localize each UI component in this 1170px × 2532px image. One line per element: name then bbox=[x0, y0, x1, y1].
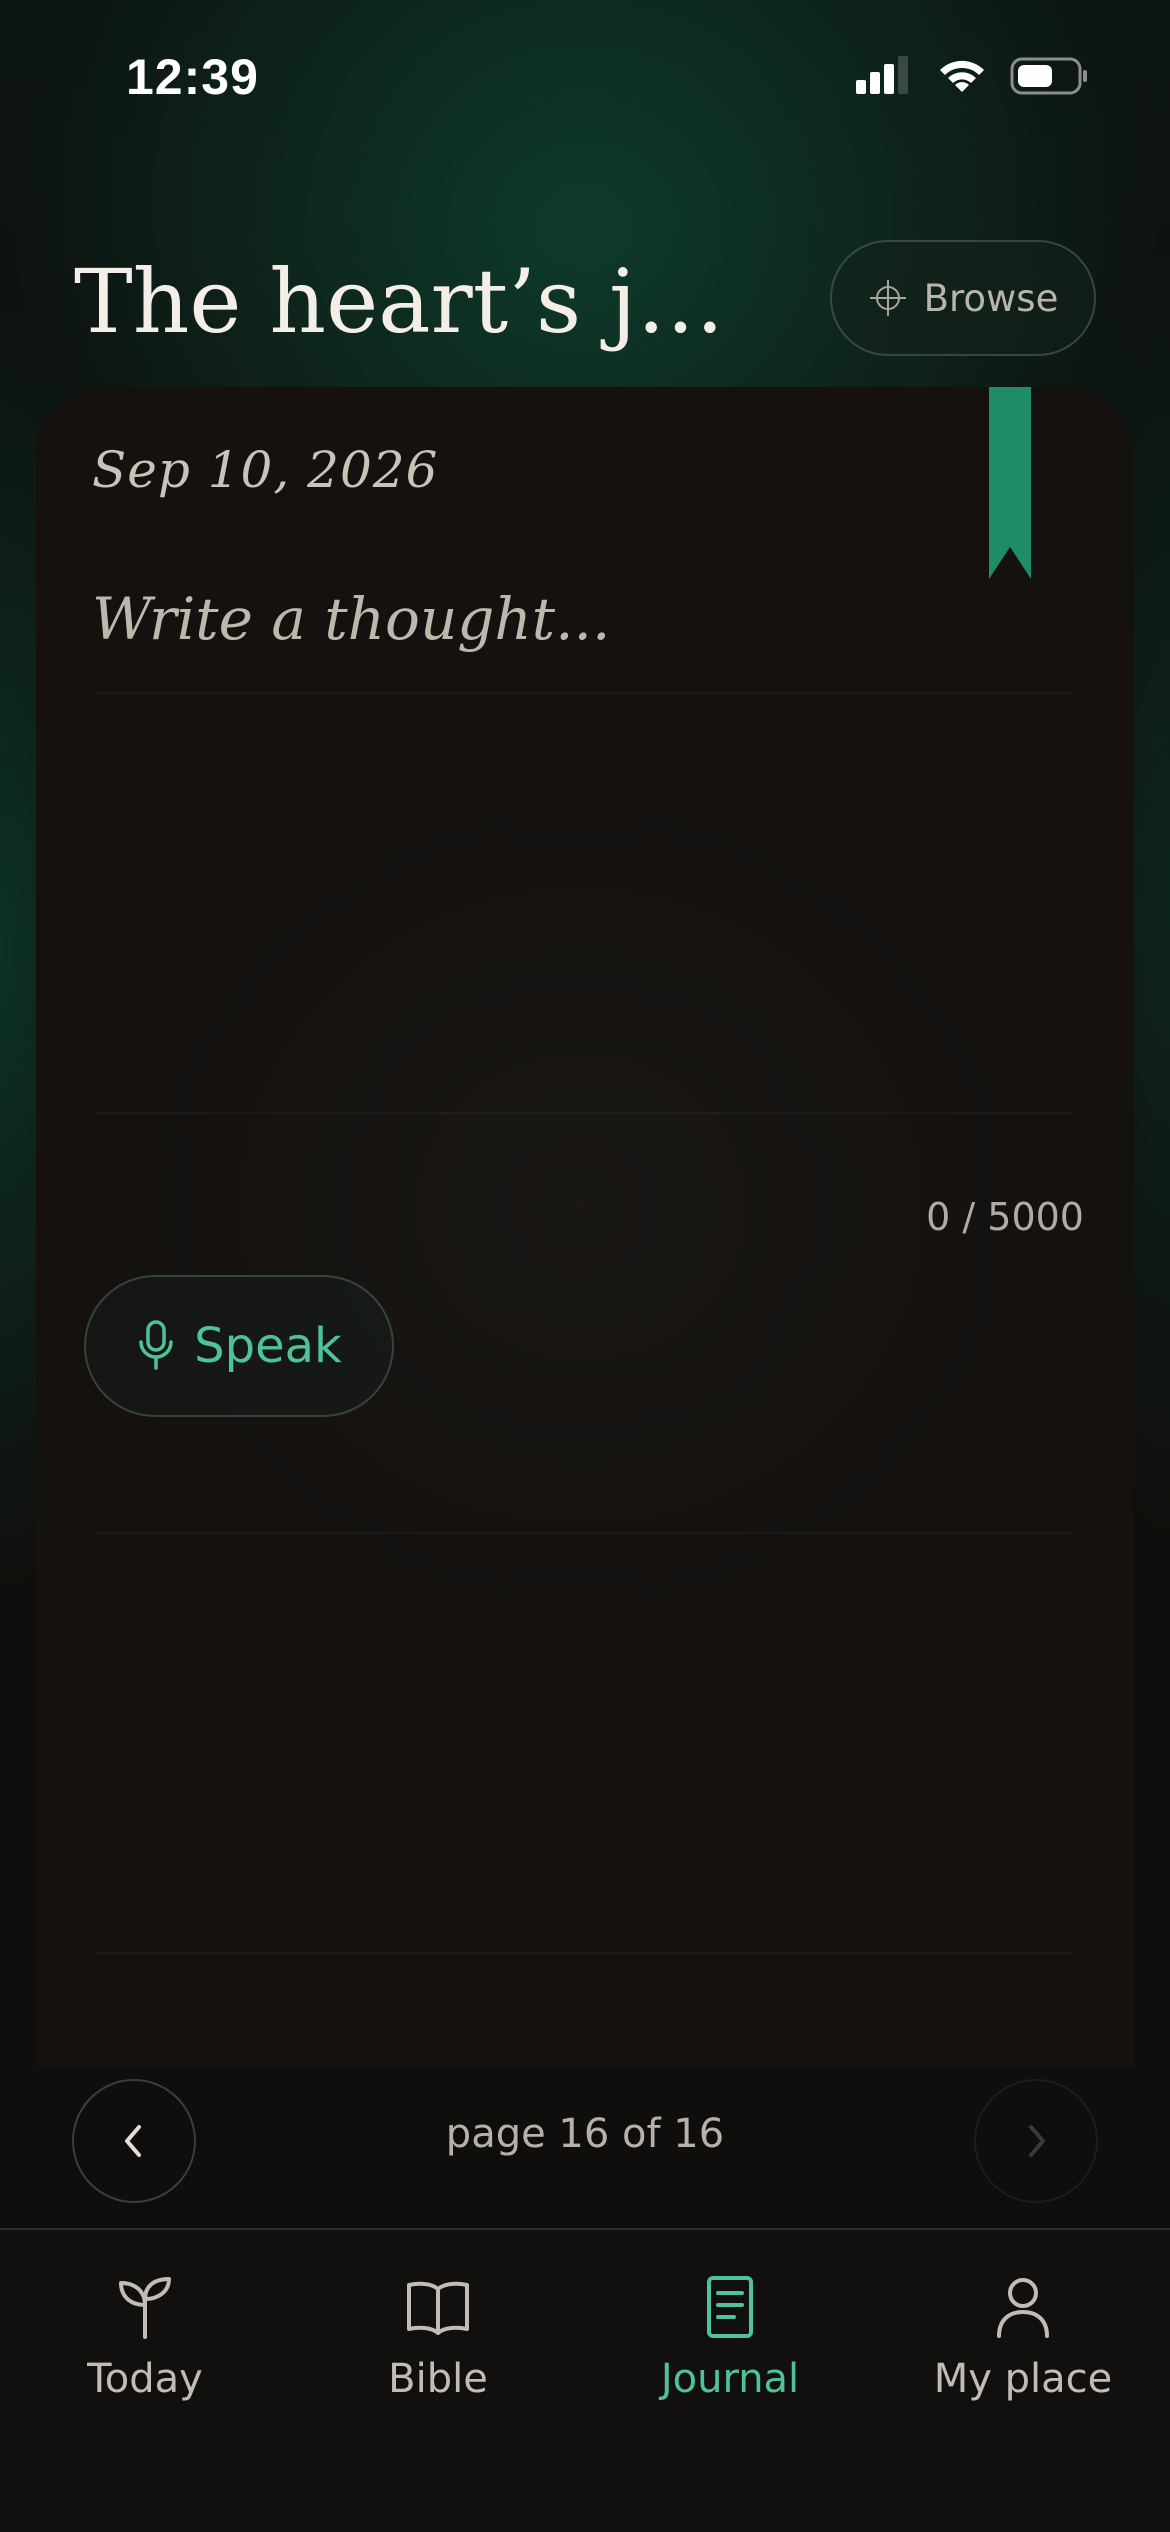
nav-label-journal: Journal bbox=[660, 2356, 800, 2402]
browse-button[interactable]: Browse bbox=[830, 240, 1096, 356]
signal-icon bbox=[856, 56, 908, 94]
page-navigator: page 16 of 16 bbox=[0, 2067, 1170, 2227]
open-book-icon bbox=[407, 2281, 469, 2335]
user-icon bbox=[997, 2278, 1049, 2338]
nav-item-today[interactable]: Today bbox=[15, 2272, 275, 2402]
sprout-icon bbox=[119, 2277, 171, 2339]
journal-card: Sep 10, 2026 0 / 5000 Speak bbox=[36, 387, 1134, 2067]
bottom-navigation: Today Bible Journal My place bbox=[0, 2228, 1170, 2532]
nav-item-my-place[interactable]: My place bbox=[893, 2272, 1153, 2402]
nav-label-today: Today bbox=[87, 2356, 203, 2402]
status-time: 12:39 bbox=[126, 49, 259, 105]
entry-date: Sep 10, 2026 bbox=[92, 441, 439, 499]
nav-label-bible: Bible bbox=[388, 2356, 488, 2402]
speak-label: Speak bbox=[194, 1318, 342, 1374]
journal-icon bbox=[707, 2276, 753, 2338]
page-title: The heart’s jour... bbox=[74, 250, 774, 353]
character-count: 0 / 5000 bbox=[926, 1195, 1084, 1239]
next-page-button[interactable] bbox=[974, 2079, 1098, 2203]
wifi-icon bbox=[940, 60, 984, 92]
status-bar: 12:39 bbox=[0, 0, 1170, 150]
nav-item-bible[interactable]: Bible bbox=[308, 2272, 568, 2402]
microphone-icon bbox=[139, 1320, 173, 1370]
nav-label-my-place: My place bbox=[933, 2356, 1113, 2402]
speak-button[interactable]: Speak bbox=[84, 1275, 394, 1417]
nav-item-journal[interactable]: Journal bbox=[600, 2272, 860, 2402]
browse-label: Browse bbox=[923, 276, 1059, 320]
bookmark-ribbon-icon bbox=[989, 387, 1031, 579]
battery-icon bbox=[1010, 57, 1087, 95]
chevron-right-icon bbox=[1029, 2125, 1045, 2157]
journal-entry-input[interactable] bbox=[90, 583, 1054, 1107]
crosshair-icon bbox=[869, 280, 906, 316]
status-icons bbox=[856, 56, 1090, 96]
